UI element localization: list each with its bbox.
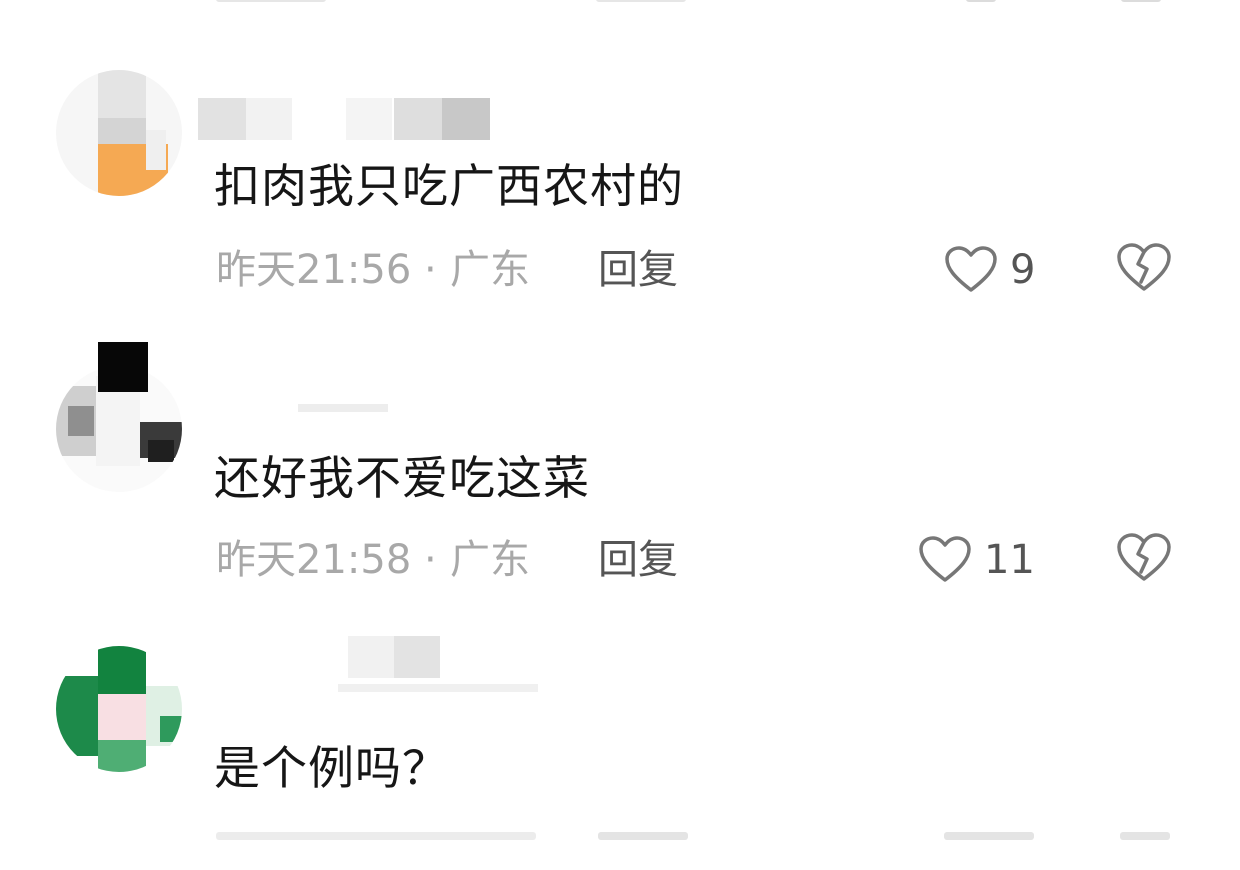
username-blurred[interactable]: [198, 398, 518, 412]
comment-time: 昨天21:58: [216, 537, 412, 583]
comment-text: 是个例吗？: [214, 741, 449, 795]
reply-button[interactable]: 回复: [598, 534, 678, 586]
comment-meta: 昨天21:56 · 广东 回复 9: [216, 242, 1196, 296]
username-blurred[interactable]: [198, 98, 518, 140]
comment-item: 还好我不爱吃这菜 昨天21:58 · 广东 回复 11: [0, 290, 1240, 583]
comments-list: 扣肉我只吃广西农村的 昨天21:56 · 广东 回复 9 还好我不爱吃这菜 昨天…: [0, 0, 1240, 840]
meta-separator: ·: [424, 247, 437, 293]
comment-location: 广东: [450, 537, 530, 583]
username-blurred[interactable]: [198, 636, 538, 692]
like-count: 11: [984, 537, 1035, 583]
like-count: 9: [1010, 247, 1036, 293]
comment-meta: 昨天21:58 · 广东 回复 11: [216, 532, 1196, 586]
comment-item: 扣肉我只吃广西农村的 昨天21:56 · 广东 回复 9: [0, 0, 1240, 293]
meta-separator: ·: [424, 537, 437, 583]
comment-text: 扣肉我只吃广西农村的: [214, 159, 684, 213]
comment-meta-cutoff: [216, 828, 1196, 840]
avatar-badge: [98, 342, 148, 392]
user-avatar[interactable]: [56, 70, 182, 196]
dislike-button[interactable]: [1116, 532, 1172, 584]
heart-outline-icon: [944, 245, 998, 295]
comment-text: 还好我不爱吃这菜: [214, 451, 590, 505]
broken-heart-icon: [1116, 242, 1172, 294]
comment-time: 昨天21:56: [216, 247, 412, 293]
comment-location: 广东: [450, 247, 530, 293]
comment-item: 是个例吗？: [0, 580, 1240, 870]
heart-outline-icon: [918, 535, 972, 585]
dislike-button[interactable]: [1116, 242, 1172, 294]
reply-button[interactable]: 回复: [598, 244, 678, 296]
user-avatar[interactable]: [56, 646, 182, 772]
broken-heart-icon: [1116, 532, 1172, 584]
